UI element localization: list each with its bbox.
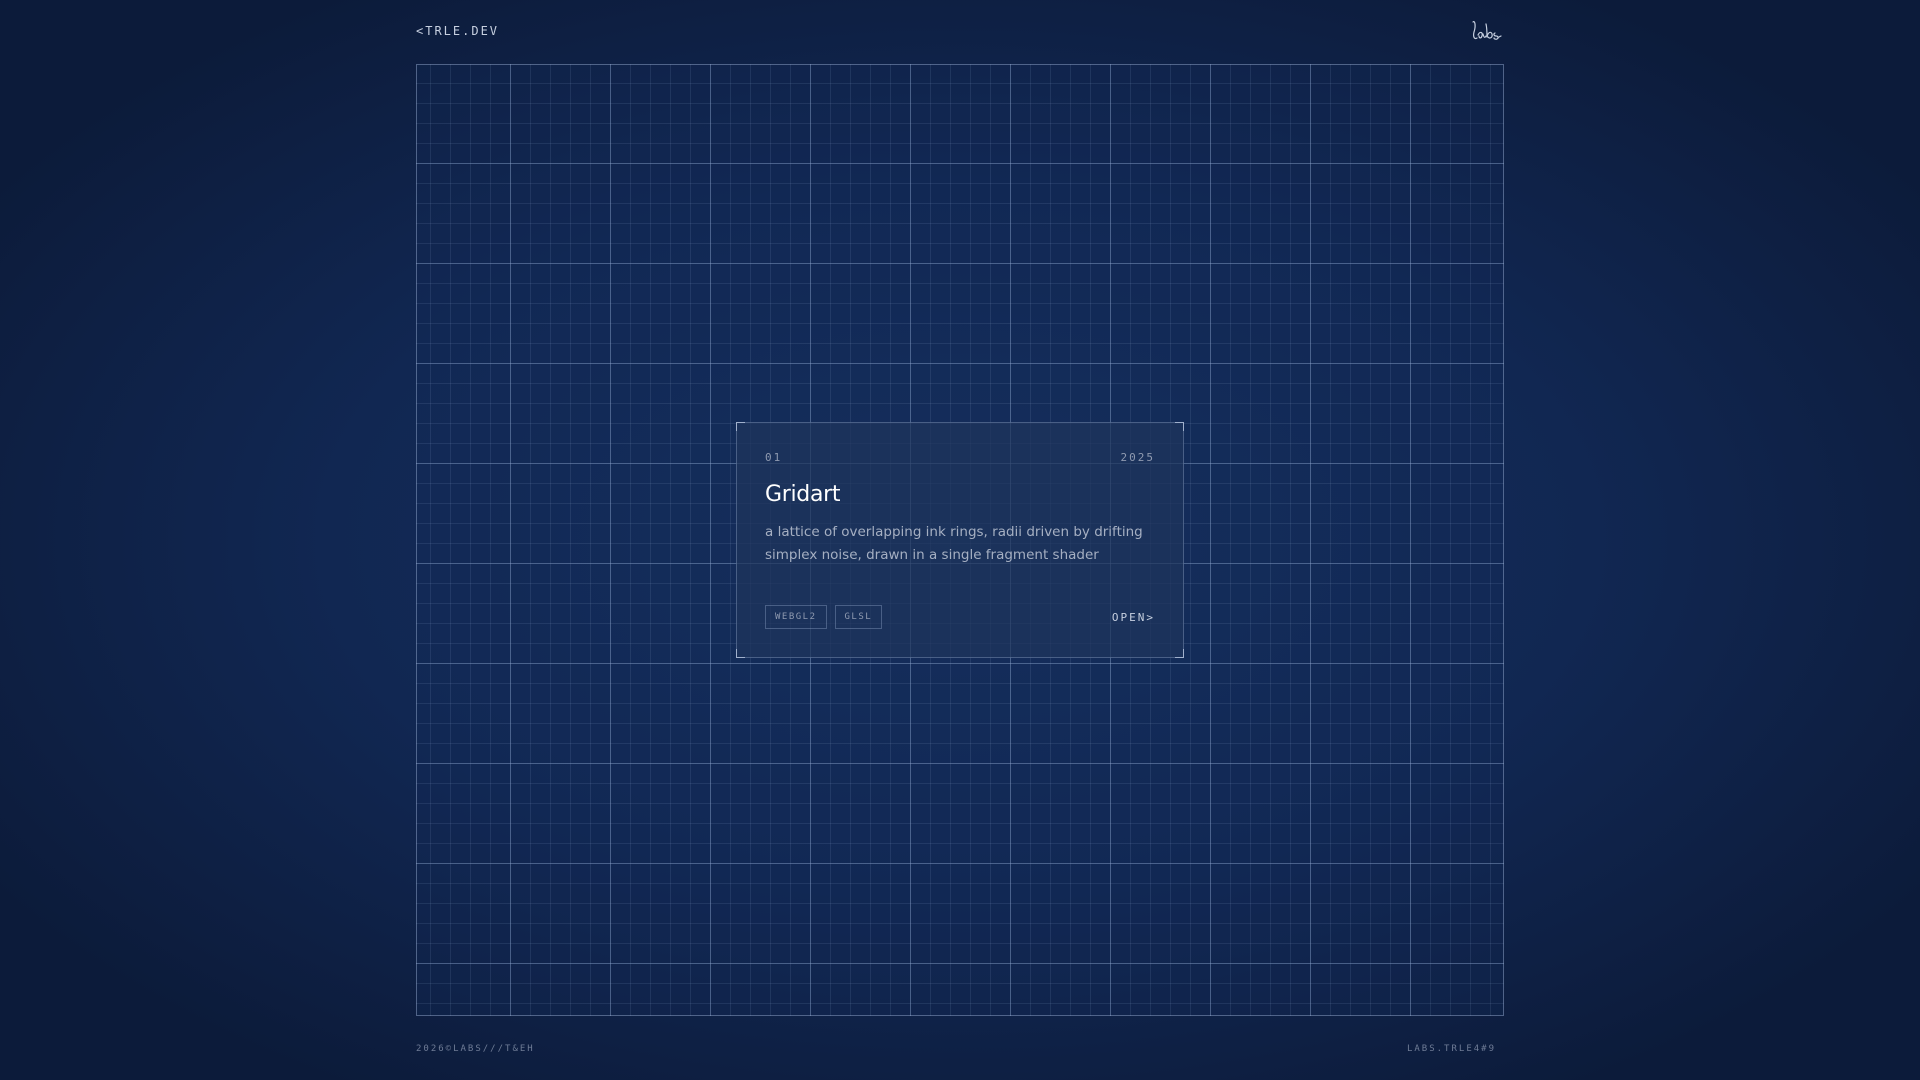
project-index: 01 (765, 451, 783, 464)
tag-list: WEBGL2 GLSL (765, 605, 883, 629)
tag-glsl: GLSL (834, 605, 883, 629)
project-description: a lattice of overlapping ink rings, radi… (765, 524, 1143, 563)
tag-webgl2: WEBGL2 (765, 605, 827, 629)
card-footer: WEBGL2 GLSL OPEN> (765, 605, 1155, 629)
project-title: Gridart (765, 482, 841, 507)
footer-build-id: LABS.TRLE4#9 (1406, 1044, 1496, 1054)
project-year: 2025 (1120, 451, 1155, 464)
corner-mark (736, 422, 745, 431)
corner-mark (1175, 649, 1184, 658)
corner-mark (1175, 422, 1184, 431)
project-card[interactable]: 01 2025 Gridart a lattice of overlapping… (736, 422, 1184, 658)
corner-mark (736, 649, 745, 658)
home-link[interactable]: <TRLE.DEV (416, 24, 499, 38)
footer-copyright: 2026©LABS///T&EH (416, 1044, 535, 1054)
open-project-link[interactable]: OPEN> (1112, 611, 1155, 624)
labs-logo-icon[interactable] (1470, 18, 1504, 44)
card-meta: 01 2025 (765, 451, 1155, 464)
